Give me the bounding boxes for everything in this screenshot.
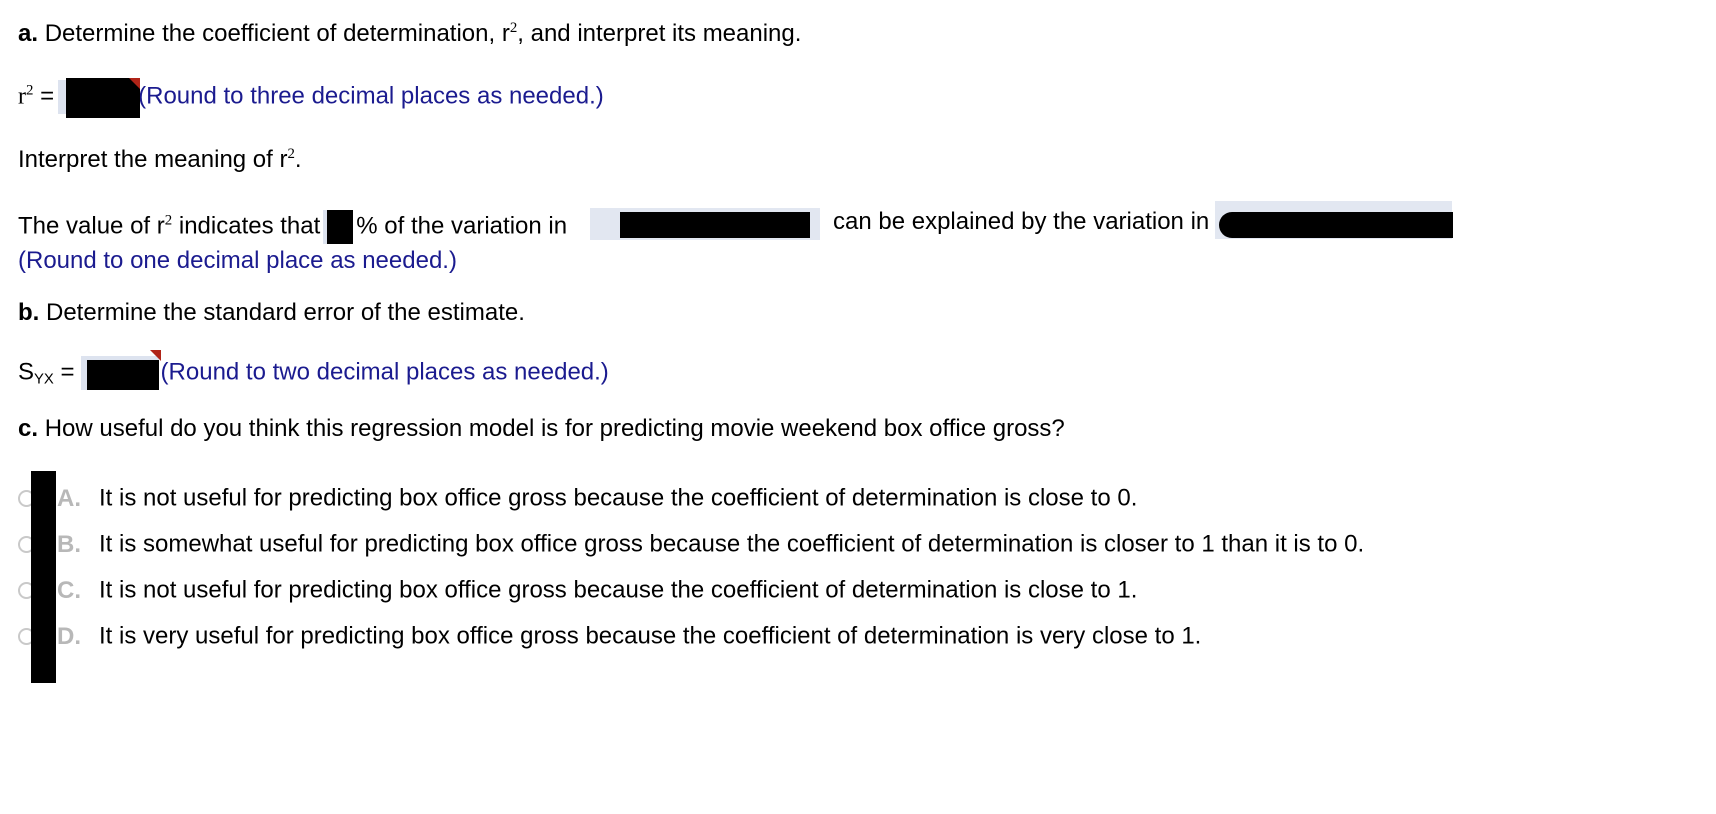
r-squared-input[interactable] — [58, 78, 141, 118]
error-flag-icon — [149, 350, 161, 361]
interpret-prompt: Interpret the meaning of r2. — [18, 146, 302, 173]
option-text: It is somewhat useful for predicting box… — [99, 530, 1365, 558]
syx-subscript: YX — [34, 371, 54, 388]
redaction-overlay — [327, 210, 354, 244]
syx-input[interactable] — [80, 350, 161, 390]
redaction-overlay — [620, 212, 810, 238]
r-squared-answer-row: r2 = (Round to three decimal places as ne… — [18, 78, 604, 118]
percent-symbol-text: % of the variation in — [356, 212, 568, 240]
value-exponent: 2 — [164, 212, 173, 229]
part-c-prompt: c. How useful do you think this regressi… — [18, 417, 1065, 441]
r-squared-round-hint: (Round to three decimal places as needed… — [138, 82, 604, 110]
syx-answer-row: SYX = (Round to two decimal places as nee… — [18, 350, 609, 390]
value-statement-left: The value of r2 indicates that % of the v… — [18, 210, 567, 244]
part-b-prompt: b. Determine the standard error of the e… — [18, 301, 525, 325]
option-letter: C. — [57, 576, 81, 604]
interpret-text-before: Interpret the meaning of r — [18, 146, 288, 173]
syx-variable: S — [18, 358, 35, 386]
interpret-exponent: 2 — [287, 146, 295, 162]
part-b-label: b. — [18, 299, 40, 326]
exercise-page: a. Determine the coefficient of determin… — [0, 0, 1716, 814]
option-letter: B. — [57, 530, 81, 558]
part-c-label: c. — [18, 415, 39, 442]
r-squared-exponent: 2 — [26, 82, 34, 99]
interpret-text-after: . — [294, 146, 302, 173]
option-text: It is not useful for predicting box offi… — [99, 576, 1138, 604]
syx-round-hint: (Round to two decimal places as needed.) — [160, 358, 609, 386]
r-squared-variable: r — [18, 83, 26, 110]
part-a-prompt-text-before: Determine the coefficient of determinati… — [44, 20, 510, 47]
error-flag-icon — [129, 78, 141, 89]
percent-round-hint: (Round to one decimal place as needed.) — [18, 247, 457, 274]
percent-input[interactable] — [323, 210, 354, 244]
part-a-prompt: a. Determine the coefficient of determin… — [18, 20, 802, 47]
redaction-overlay-options — [31, 471, 56, 683]
part-a-label: a. — [18, 20, 39, 47]
value-text-mid: indicates that — [178, 212, 321, 240]
part-a-prompt-text-after: , and interpret its meaning. — [517, 20, 802, 47]
option-b[interactable]: B. It is somewhat useful for predicting b… — [18, 530, 1364, 576]
equals-sign-a: = — [40, 82, 55, 110]
redaction-overlay — [1219, 212, 1453, 238]
variation-dependent-dropdown[interactable] — [590, 208, 820, 240]
option-letter: D. — [57, 622, 81, 650]
redaction-overlay — [86, 360, 159, 390]
option-a[interactable]: A. It is not useful for predicting box of… — [18, 484, 1364, 530]
part-c-prompt-text: How useful do you think this regression … — [44, 415, 1065, 442]
part-b-prompt-text: Determine the standard error of the esti… — [46, 299, 525, 326]
value-statement-middle: can be explained by the variation in — [833, 210, 1209, 234]
option-d[interactable]: D. It is very useful for predicting box o… — [18, 622, 1364, 668]
option-c[interactable]: C. It is not useful for predicting box of… — [18, 576, 1364, 622]
variation-independent-dropdown[interactable] — [1215, 201, 1453, 239]
option-letter: A. — [57, 484, 81, 512]
option-text: It is not useful for predicting box offi… — [99, 484, 1138, 512]
value-middle-text: can be explained by the variation in — [833, 208, 1210, 235]
value-text-before: The value of r — [18, 212, 165, 240]
equals-sign-b: = — [60, 358, 75, 386]
option-text: It is very useful for predicting box off… — [99, 622, 1202, 650]
answer-options-list: A. It is not useful for predicting box of… — [18, 484, 1364, 668]
